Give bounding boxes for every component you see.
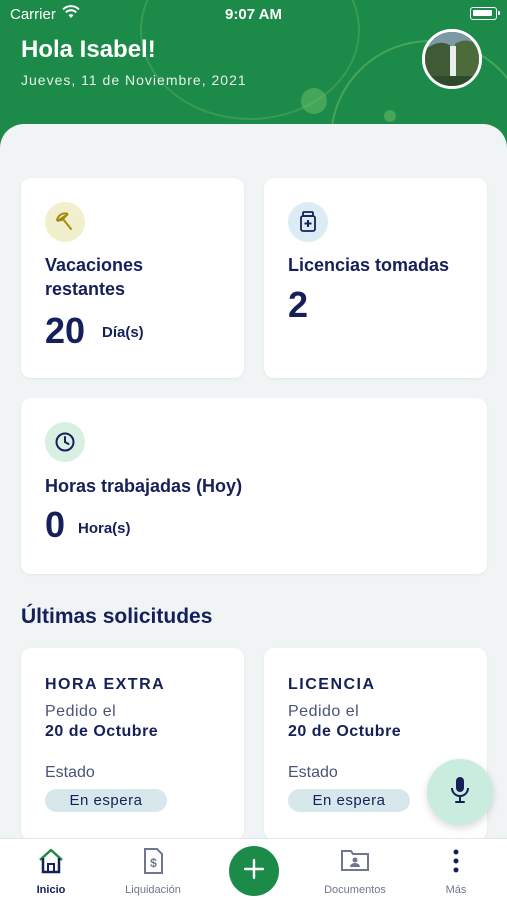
svg-text:$: $ bbox=[150, 856, 157, 870]
plus-icon bbox=[242, 857, 266, 886]
request-status-label: Estado bbox=[288, 764, 338, 781]
microphone-icon bbox=[449, 776, 471, 809]
status-badge: En espera bbox=[288, 789, 410, 812]
status-badge: En espera bbox=[45, 789, 167, 812]
licenses-card[interactable]: Licencias tomadas 2 bbox=[264, 178, 487, 378]
clock-time: 9:07 AM bbox=[225, 6, 282, 23]
voice-assistant-button[interactable] bbox=[427, 759, 493, 825]
more-vertical-icon bbox=[451, 847, 461, 880]
tab-label: Documentos bbox=[324, 884, 386, 896]
request-date: 20 de Octubre bbox=[288, 723, 402, 740]
tab-liquidacion[interactable]: $ Liquidación bbox=[112, 839, 194, 900]
folder-user-icon bbox=[340, 847, 370, 878]
clock-icon bbox=[45, 422, 85, 462]
tab-mas[interactable]: Más bbox=[426, 839, 486, 900]
licenses-value: 2 bbox=[288, 284, 309, 325]
tab-label: Inicio bbox=[36, 884, 66, 896]
header-decoration-dot bbox=[301, 88, 327, 114]
umbrella-icon bbox=[45, 202, 85, 242]
add-button[interactable] bbox=[229, 846, 279, 896]
tab-label: Más bbox=[445, 884, 467, 896]
home-icon bbox=[36, 847, 66, 880]
medical-kit-icon bbox=[288, 202, 328, 242]
greeting: Hola Isabel! bbox=[21, 36, 156, 63]
vacations-value: 20 bbox=[45, 310, 86, 351]
avatar[interactable] bbox=[422, 29, 482, 89]
tab-inicio[interactable]: Inicio bbox=[18, 839, 84, 900]
vacations-unit: Día(s) bbox=[102, 324, 144, 341]
request-type: HORA EXTRA bbox=[45, 676, 166, 693]
licenses-title: Licencias tomadas bbox=[288, 255, 450, 275]
hours-value: 0 bbox=[45, 504, 66, 545]
current-date: Jueves, 11 de Noviembre, 2021 bbox=[21, 72, 247, 88]
battery-icon bbox=[470, 7, 500, 20]
request-date-label: Pedido el bbox=[288, 703, 360, 720]
hours-unit: Hora(s) bbox=[78, 520, 131, 537]
tab-documentos[interactable]: Documentos bbox=[312, 839, 398, 900]
vacations-title: Vacaciones restantes bbox=[45, 255, 144, 299]
hours-card[interactable]: Horas trabajadas (Hoy) 0 Hora(s) bbox=[21, 398, 487, 574]
request-type: LICENCIA bbox=[288, 676, 376, 693]
hours-title: Horas trabajadas (Hoy) bbox=[45, 476, 243, 496]
section-title: Últimas solicitudes bbox=[21, 605, 213, 628]
request-date: 20 de Octubre bbox=[45, 723, 159, 740]
payroll-document-icon: $ bbox=[140, 847, 166, 880]
status-bar: Carrier 9:07 AM bbox=[0, 0, 507, 28]
request-card[interactable]: HORA EXTRA Pedido el 20 de Octubre Estad… bbox=[21, 648, 244, 840]
tab-label: Liquidación bbox=[125, 884, 181, 896]
vacations-card[interactable]: Vacaciones restantes 20 Día(s) bbox=[21, 178, 244, 378]
request-date-label: Pedido el bbox=[45, 703, 117, 720]
request-status-label: Estado bbox=[45, 764, 95, 781]
header-decoration-dot bbox=[384, 110, 396, 122]
